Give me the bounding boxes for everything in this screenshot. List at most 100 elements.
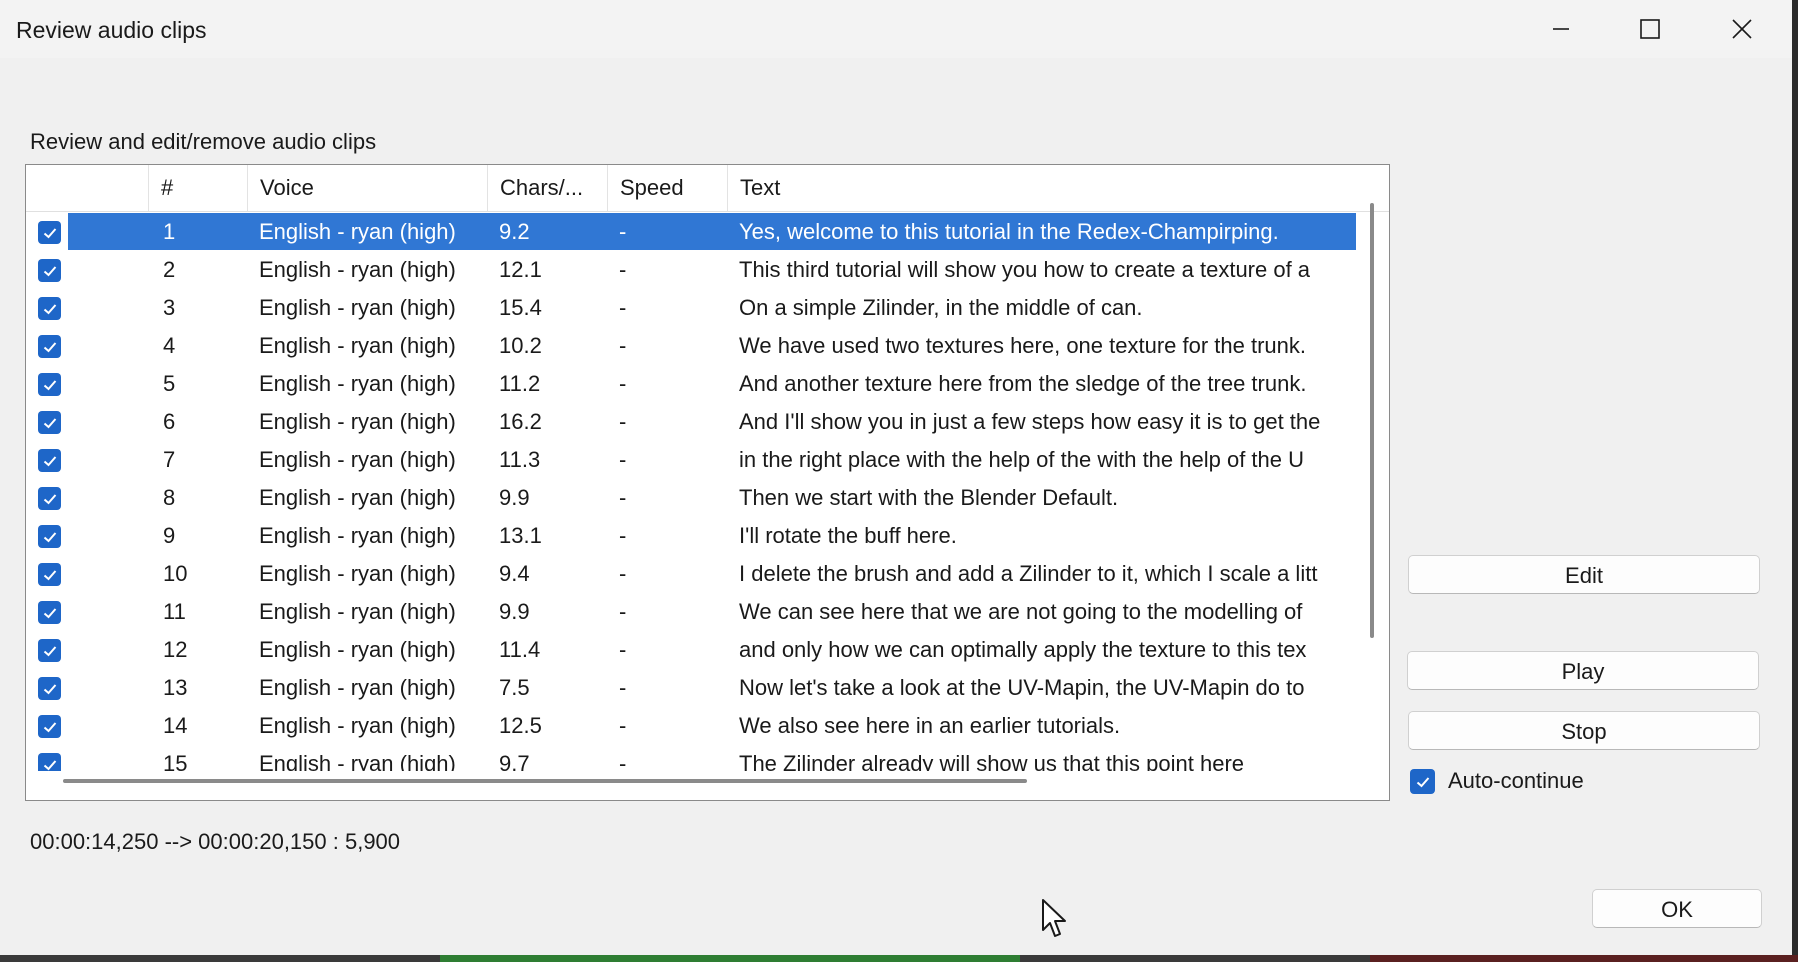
stop-button[interactable]: Stop [1408,711,1760,750]
checkmark-icon [43,607,56,618]
row-checkbox[interactable] [38,259,61,282]
table-row[interactable]: 11 English - ryan (high) 9.9 - We can see he… [26,593,1356,631]
ok-button[interactable]: OK [1592,889,1762,928]
row-speed: - [619,295,627,320]
checkmark-icon [43,417,56,428]
row-voice: English - ryan (high) [259,523,456,548]
play-button[interactable]: Play [1407,651,1759,690]
row-speed: - [619,561,627,586]
table-row[interactable]: 2 English - ryan (high) 12.1 - This third tu… [26,251,1356,289]
row-text: I'll rotate the buff here. [739,523,957,548]
column-header-check[interactable] [26,165,148,211]
row-checkbox[interactable] [38,715,61,738]
row-text: I delete the brush and add a Zilinder to… [739,561,1318,586]
row-speed: - [619,599,627,624]
edit-button[interactable]: Edit [1408,555,1760,594]
row-voice: English - ryan (high) [259,675,456,700]
table-row[interactable]: 8 English - ryan (high) 9.9 - Then we start … [26,479,1356,517]
row-voice: English - ryan (high) [259,561,456,586]
checkmark-icon [43,265,56,276]
row-voice: English - ryan (high) [259,447,456,472]
table-row[interactable]: 3 English - ryan (high) 15.4 - On a simple Z… [26,289,1356,327]
row-chars-per-second: 13.1 [499,523,542,548]
background-green-strip [440,955,1020,962]
column-header-text[interactable]: Text [727,165,1389,211]
column-header-chars[interactable]: Chars/... [487,165,607,211]
table-row[interactable]: 4 English - ryan (high) 10.2 - We have used … [26,327,1356,365]
table-row[interactable]: 10 English - ryan (high) 9.4 - I delete the … [26,555,1356,593]
row-checkbox[interactable] [38,601,61,624]
vertical-scrollbar[interactable] [1370,203,1374,638]
row-text: And I'll show you in just a few steps ho… [739,409,1321,434]
table-row[interactable]: 5 English - ryan (high) 11.2 - And another t… [26,365,1356,403]
row-number: 4 [163,333,176,358]
row-voice: English - ryan (high) [259,751,456,771]
checkmark-icon [43,569,56,580]
table-row[interactable]: 7 English - ryan (high) 11.3 - in the right … [26,441,1356,479]
minimize-button[interactable] [1516,0,1606,58]
row-text: And another texture here from the sledge… [739,371,1307,396]
row-number: 6 [163,409,176,434]
row-speed: - [619,257,627,282]
maximize-button[interactable] [1605,0,1695,58]
table-row[interactable]: 12 English - ryan (high) 11.4 - and only how… [26,631,1356,669]
table-row[interactable]: 13 English - ryan (high) 7.5 - Now let's tak… [26,669,1356,707]
row-chars-per-second: 9.4 [499,561,530,586]
row-checkbox[interactable] [38,449,61,472]
row-speed: - [619,713,627,738]
table-row[interactable]: 14 English - ryan (high) 12.5 - We also see … [26,707,1356,745]
auto-continue-check-icon[interactable] [1410,769,1435,794]
row-voice: English - ryan (high) [259,409,456,434]
mouse-cursor-icon [1042,899,1066,937]
row-number: 15 [163,751,188,771]
row-speed: - [619,333,627,358]
column-header-voice[interactable]: Voice [247,165,487,211]
row-voice: English - ryan (high) [259,257,456,282]
row-number: 9 [163,523,176,548]
row-chars-per-second: 12.5 [499,713,542,738]
row-chars-per-second: 9.2 [499,219,530,244]
close-button[interactable] [1697,0,1787,58]
row-speed: - [619,409,627,434]
row-checkbox[interactable] [38,563,61,586]
row-number: 11 [163,599,186,624]
row-checkbox[interactable] [38,753,61,771]
row-checkbox[interactable] [38,487,61,510]
maximize-icon [1640,19,1660,39]
row-speed: - [619,485,627,510]
row-number: 7 [163,447,176,472]
table-row[interactable]: 1 English - ryan (high) 9.2 - Yes, welcome t… [26,213,1356,251]
row-text: Now let's take a look at the UV-Mapin, t… [739,675,1305,700]
row-chars-per-second: 11.3 [499,447,541,472]
list-rows: 1 English - ryan (high) 9.2 - Yes, welcome t… [26,213,1356,771]
row-text: in the right place with the help of the … [739,447,1305,472]
row-checkbox[interactable] [38,525,61,548]
table-row[interactable]: 15 English - ryan (high) 9.7 - The Zilinder … [26,745,1356,771]
horizontal-scrollbar[interactable] [63,779,1027,783]
close-icon [1732,19,1752,39]
column-header-speed[interactable]: Speed [607,165,727,211]
row-chars-per-second: 12.1 [499,257,542,282]
row-number: 8 [163,485,176,510]
checkmark-icon [43,645,56,656]
row-text: We also see here in an earlier tutorials… [739,713,1121,738]
row-checkbox[interactable] [38,297,61,320]
row-speed: - [619,371,627,396]
row-checkbox[interactable] [38,373,61,396]
table-row[interactable]: 9 English - ryan (high) 13.1 - I'll rotate t… [26,517,1356,555]
audio-clips-list[interactable]: # Voice Chars/... Speed Text 1 English - … [25,164,1390,801]
row-voice: English - ryan (high) [259,333,456,358]
column-header-number[interactable]: # [148,165,247,211]
row-checkbox[interactable] [38,221,61,244]
row-number: 14 [163,713,188,738]
row-voice: English - ryan (high) [259,219,456,244]
table-row[interactable]: 6 English - ryan (high) 16.2 - And I'll show… [26,403,1356,441]
auto-continue-label: Auto-continue [1448,768,1584,793]
row-checkbox[interactable] [38,677,61,700]
row-checkbox[interactable] [38,335,61,358]
row-text: On a simple Zilinder, in the middle of c… [739,295,1143,320]
row-checkbox[interactable] [38,411,61,434]
background-red-strip [1370,955,1798,962]
row-checkbox[interactable] [38,639,61,662]
checkmark-icon [43,455,56,466]
